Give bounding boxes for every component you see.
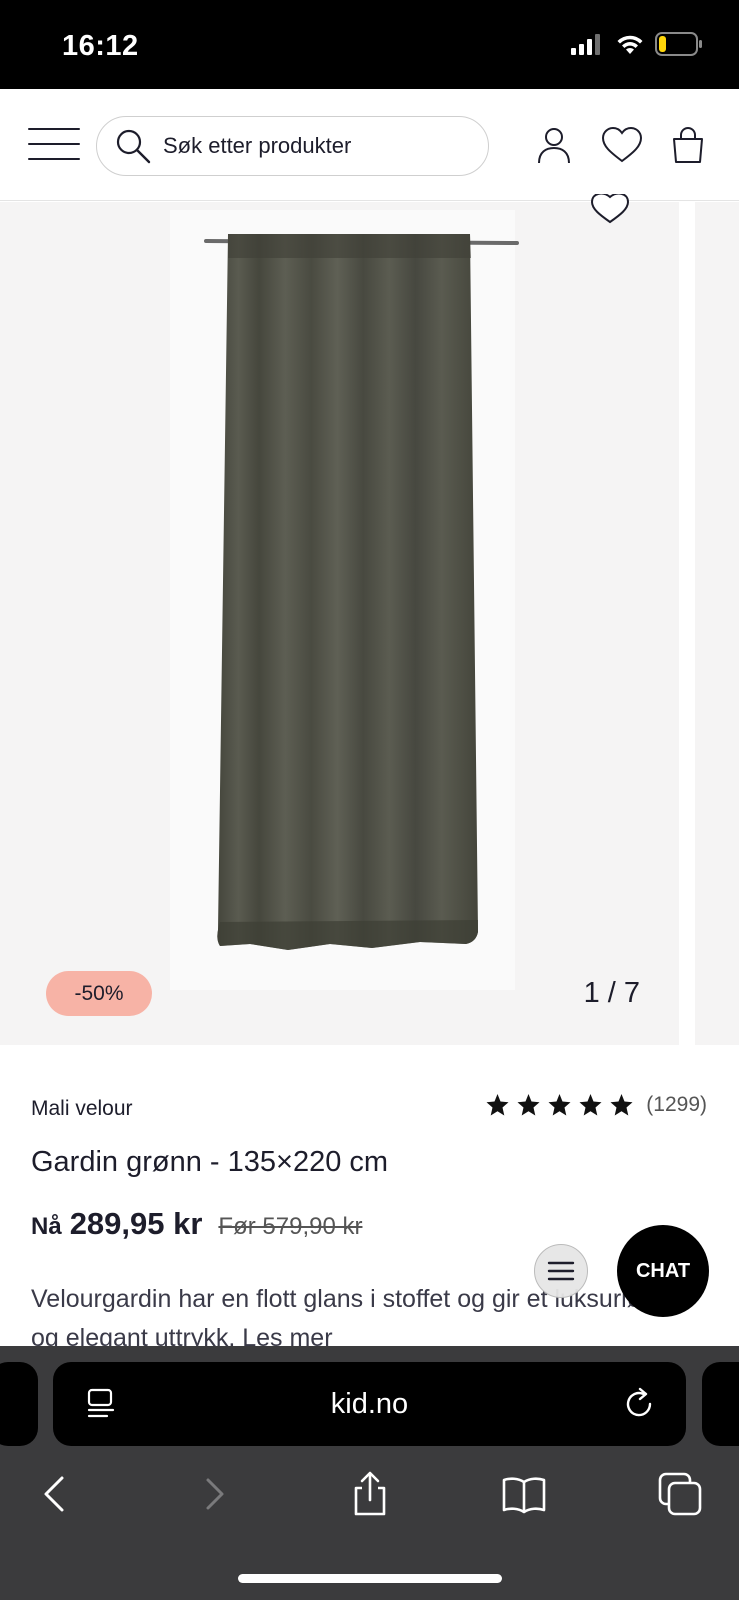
wishlist-heart-icon[interactable] xyxy=(588,194,632,224)
review-count: (1299) xyxy=(646,1093,707,1116)
status-bar: 16:12 xyxy=(0,0,739,89)
product-rating[interactable]: (1299) xyxy=(485,1093,707,1117)
discount-badge: -50% xyxy=(46,971,152,1016)
star-icon xyxy=(548,1094,571,1116)
url-text: kid.no xyxy=(330,1388,409,1420)
search-input[interactable]: Søk etter produkter xyxy=(96,116,489,176)
status-icons xyxy=(571,32,703,56)
search-icon xyxy=(116,129,151,164)
battery-icon xyxy=(655,32,702,56)
product-image-curtain[interactable] xyxy=(0,202,679,1045)
status-time: 16:12 xyxy=(62,30,139,62)
home-indicator[interactable] xyxy=(238,1574,502,1583)
list-icon xyxy=(547,1261,575,1281)
wifi-icon xyxy=(617,35,643,54)
back-icon[interactable] xyxy=(32,1470,80,1518)
share-icon[interactable] xyxy=(346,1470,394,1518)
browser-toolbar: kid.no xyxy=(0,1346,739,1600)
price-row: Nå 289,95 kr Før 579,90 kr xyxy=(31,1206,362,1242)
heart-icon[interactable] xyxy=(600,125,644,165)
reader-mode-icon[interactable] xyxy=(83,1386,119,1422)
rating-stars xyxy=(485,1093,634,1117)
price-before: Før 579,90 kr xyxy=(218,1213,363,1240)
bookmarks-icon[interactable] xyxy=(500,1470,548,1518)
search-placeholder: Søk etter produkter xyxy=(163,133,352,158)
star-icon xyxy=(610,1094,633,1116)
price-now: 289,95 kr xyxy=(69,1206,203,1241)
star-icon xyxy=(517,1094,540,1116)
tabs-icon[interactable] xyxy=(656,1470,704,1518)
address-bar[interactable]: kid.no xyxy=(53,1362,686,1446)
previous-tab-peek[interactable] xyxy=(0,1362,38,1446)
star-icon xyxy=(579,1094,602,1116)
reload-icon[interactable] xyxy=(621,1386,657,1422)
image-counter: 1 / 7 xyxy=(583,977,640,1009)
menu-icon-line xyxy=(28,143,80,145)
product-image-gallery[interactable] xyxy=(0,194,679,1045)
account-icon[interactable] xyxy=(534,125,574,165)
product-brand[interactable]: Mali velour xyxy=(31,1097,133,1121)
menu-icon-line xyxy=(28,158,80,160)
site-header: Søk etter produkter xyxy=(0,89,739,201)
product-page: 16:12 Søk etter produkter -50% 1 / 7 Mal… xyxy=(0,0,739,1600)
product-title: Gardin grønn - 135×220 cm xyxy=(31,1146,389,1178)
forward-icon[interactable] xyxy=(190,1470,238,1518)
bag-icon[interactable] xyxy=(670,125,706,165)
price-now-label: Nå xyxy=(31,1213,62,1240)
next-image-peek[interactable] xyxy=(695,202,739,1045)
next-tab-peek[interactable] xyxy=(702,1362,739,1446)
chat-button[interactable]: CHAT xyxy=(617,1225,709,1317)
floating-menu-button[interactable] xyxy=(534,1244,588,1298)
star-icon xyxy=(486,1094,509,1116)
cellular-signal-icon xyxy=(571,34,600,55)
menu-button[interactable] xyxy=(28,127,80,163)
menu-icon-line xyxy=(28,128,80,130)
